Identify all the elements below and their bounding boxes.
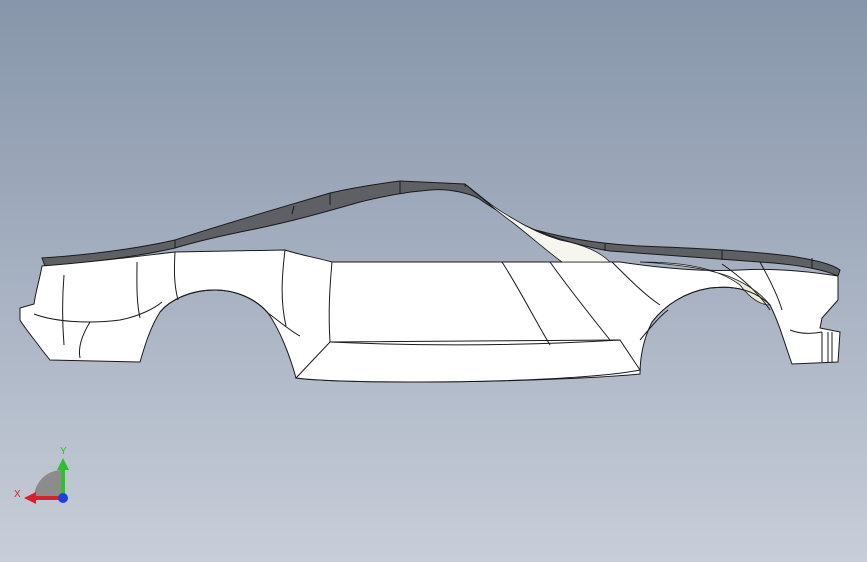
graphics-viewport[interactable]: Y X: [0, 0, 867, 562]
x-axis-label: X: [14, 489, 21, 500]
car-model-view[interactable]: [0, 0, 867, 562]
car-body-model[interactable]: [19, 180, 841, 383]
coordinate-triad: Y X: [14, 446, 69, 504]
triad-plane-icon: [34, 470, 62, 498]
x-axis-arrowhead: [24, 492, 36, 504]
z-axis-dot: [58, 493, 68, 503]
y-axis-arrowhead: [57, 458, 69, 470]
side-sill: [294, 339, 641, 383]
rear-pillar-surface: [464, 183, 611, 263]
y-axis-label: Y: [60, 446, 67, 457]
